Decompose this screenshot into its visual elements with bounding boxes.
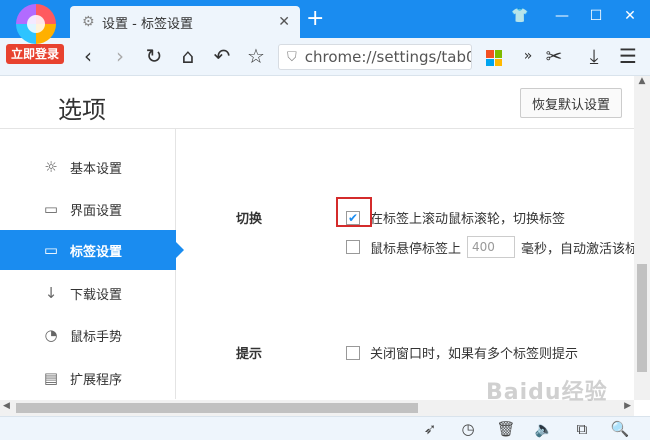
sidebar-item-label: 鼠标手势 [70,329,123,345]
sidebar-item-interface[interactable]: ▭ 界面设置 [0,189,176,229]
vertical-scroll-thumb[interactable] [637,264,647,372]
shirt-icon[interactable]: 👕 [510,8,530,24]
scroll-left-icon[interactable]: ◀ [3,401,10,411]
sidebar-item-label: 下载设置 [70,287,123,303]
scroll-right-icon[interactable]: ▶ [624,401,631,411]
back-icon[interactable]: ‹ [76,44,100,68]
windows-icon[interactable] [486,50,502,66]
sidebar-item-label: 界面设置 [70,203,123,219]
tab-settings[interactable]: ⚙ 设置 - 标签设置 ✕ [70,6,300,38]
new-tab-button[interactable]: + [306,8,324,30]
vertical-scrollbar[interactable]: ▲ [634,76,650,400]
speed-icon[interactable]: ◷ [458,420,478,438]
option-label: 关闭窗口时，如果有多个标签则提示 [370,347,579,362]
address-bar[interactable]: ⛉ chrome://settings/tab0 [278,44,472,70]
close-window-button[interactable]: ✕ [620,8,640,24]
sidebar-item-label: 扩展程序 [70,372,123,388]
option-label: 在标签上滚动鼠标滚轮，切换标签 [370,212,566,227]
sidebar-item-download[interactable]: ↓ 下载设置 [0,273,176,313]
sidebar-item-extensions[interactable]: ▤ 扩展程序 [0,358,176,398]
option-label-suffix: 毫秒，自动激活该标 [521,241,639,257]
hover-delay-input[interactable]: 400 [467,236,516,258]
logo-icon [16,4,56,44]
maximize-button[interactable]: ☐ [586,8,606,24]
section-label-hint: 提示 [236,347,263,362]
zoom-icon[interactable]: 🔍 [610,420,630,438]
option-label-prefix: 鼠标悬停标签上 [370,241,462,257]
home-icon[interactable]: ⌂ [176,44,200,68]
shield-icon: ⛉ [287,49,297,65]
window-icon: ▭ [43,200,59,218]
sidebar-item-label: 标签设置 [70,244,123,260]
more-icon[interactable]: » [516,44,540,68]
minimize-button[interactable]: — [552,8,572,24]
sidebar-item-mouse[interactable]: ◔ 鼠标手势 [0,315,176,355]
gear-icon: ☼ [44,158,58,176]
checkbox-hover-activate[interactable] [346,240,360,254]
sidebar: ☼ 基本设置 ▭ 界面设置 ▭ 标签设置 ↓ 下载设置 ◔ 鼠标手势 ▤ 扩展程… [0,129,184,399]
option-hover-activate[interactable]: 鼠标悬停标签上 400 毫秒，自动激活该标 [346,236,638,258]
close-tab-icon[interactable]: ✕ [278,14,290,30]
trash-icon[interactable]: 🗑 [496,420,516,438]
address-text: chrome://settings/tab0 [304,48,472,66]
title-bar: ⚙ 设置 - 标签设置 ✕ + 👕 — ☐ ✕ [0,0,650,44]
toolbar: ‹ › ↻ ⌂ ↶ ☆ ⛉ chrome://settings/tab0 » ✂… [0,38,650,76]
sidebar-item-label: 基本设置 [70,161,123,177]
undo-icon[interactable]: ↶ [210,44,234,68]
checkbox-close-prompt[interactable] [346,345,360,360]
scissors-icon[interactable]: ✂ [542,44,566,68]
forward-icon[interactable]: › [108,44,132,68]
section-label-switch: 切换 [236,212,263,227]
restore-defaults-button[interactable]: 恢复默认设置 [520,88,622,118]
extension-icon: ▤ [43,369,59,387]
tab-title: 设置 - 标签设置 [102,16,193,32]
sidebar-item-basic[interactable]: ☼ 基本设置 [0,147,176,187]
sound-icon[interactable]: 🔈 [534,420,554,438]
option-wheel-switch[interactable]: ✔ 在标签上滚动鼠标滚轮，切换标签 [346,208,565,227]
reload-icon[interactable]: ↻ [142,44,166,68]
menu-icon[interactable]: ☰ [616,44,640,68]
scroll-up-icon[interactable]: ▲ [634,76,650,86]
star-icon[interactable]: ☆ [244,44,268,68]
download-icon: ↓ [44,284,58,302]
download-icon[interactable]: ⤓ [582,44,606,68]
gear-icon: ⚙ [82,14,95,30]
rocket-icon[interactable]: ➶ [420,420,440,438]
horizontal-scroll-thumb[interactable] [16,403,418,413]
tab-icon: ▭ [43,241,59,259]
screenshot-icon[interactable]: ⧉ [572,420,592,438]
status-bar: ➶ ◷ 🗑 🔈 ⧉ 🔍 [0,416,650,440]
watermark: Baidu经验 [486,380,608,405]
page-title: 选项 [58,96,106,124]
login-badge[interactable]: 立即登录 [6,44,64,64]
sidebar-item-tabs[interactable]: ▭ 标签设置 [0,230,184,270]
mouse-icon: ◔ [44,326,58,344]
option-close-prompt[interactable]: 关闭窗口时，如果有多个标签则提示 [346,343,578,362]
highlight-box [336,197,372,227]
